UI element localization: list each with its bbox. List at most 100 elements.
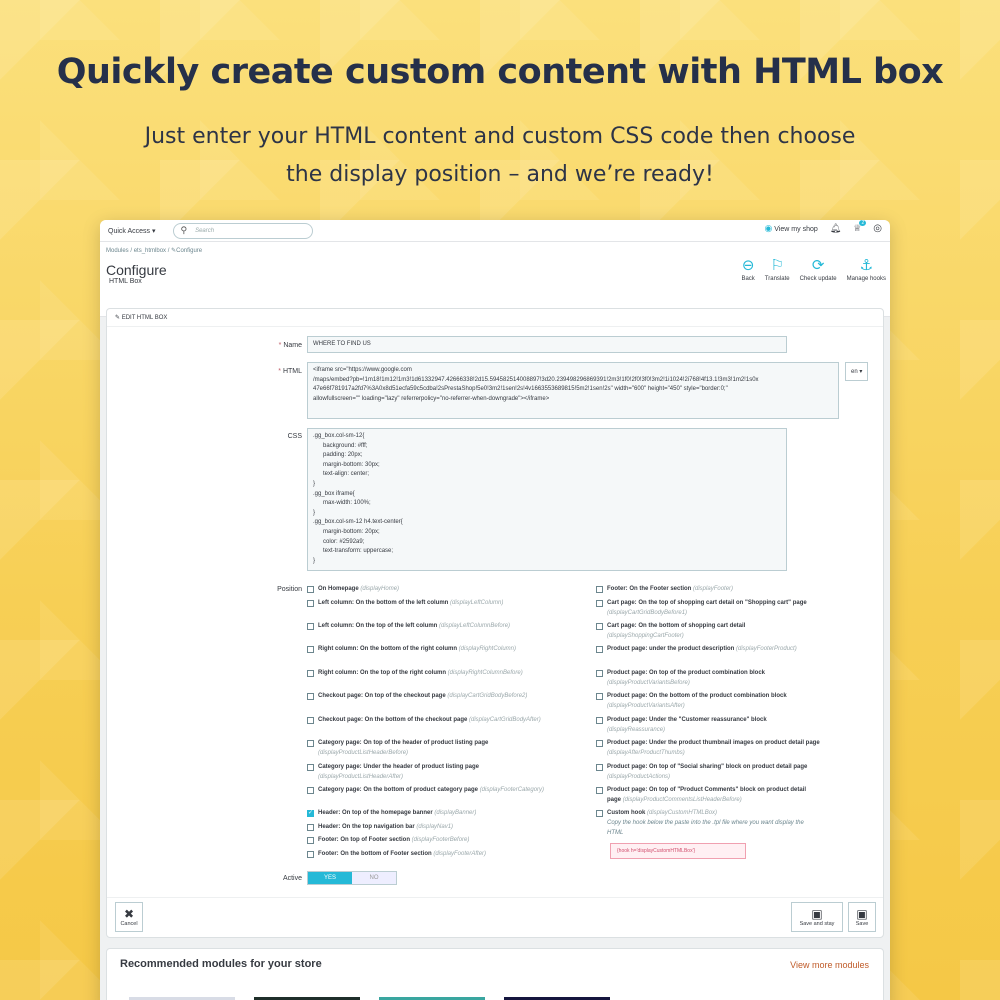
- translate-button[interactable]: ⚐ Translate: [765, 256, 790, 282]
- breadcrumb-configure[interactable]: Configure: [176, 248, 202, 254]
- position-checkbox[interactable]: [596, 586, 603, 593]
- position-option[interactable]: Right column: On the bottom of the right…: [307, 645, 547, 655]
- position-option[interactable]: Footer: On the bottom of Footer section …: [307, 850, 547, 860]
- view-shop-link[interactable]: ◉ View my shop: [764, 223, 817, 234]
- position-label: Product page: On the bottom of the produ…: [607, 692, 821, 711]
- position-checkbox[interactable]: [307, 670, 314, 677]
- position-hook: (displayFooterProduct): [736, 646, 797, 652]
- position-option[interactable]: Header: On top of the homepage banner (d…: [307, 809, 547, 819]
- position-checkbox[interactable]: [596, 693, 603, 700]
- cancel-button[interactable]: ✖ Cancel: [115, 902, 143, 932]
- position-checkbox[interactable]: [307, 646, 314, 653]
- position-option[interactable]: Product page: under the product descript…: [596, 645, 821, 655]
- position-option[interactable]: Left column: On the top of the left colu…: [307, 622, 547, 632]
- search-input[interactable]: ⚲ Search: [173, 222, 314, 239]
- trophy-icon[interactable]: ♕ 2: [853, 220, 867, 234]
- css-label: CSS: [287, 433, 302, 440]
- view-more-modules-link[interactable]: View more modules: [790, 960, 869, 970]
- breadcrumb-modules[interactable]: Modules: [106, 248, 129, 254]
- position-hook: (displayNav1): [416, 824, 454, 830]
- position-hook: (displayAfterProductThumbs): [607, 749, 685, 756]
- position-label: Cart page: On the top of shopping cart d…: [607, 599, 821, 618]
- position-option[interactable]: Product page: On top of "Product Comment…: [596, 786, 821, 805]
- position-checkbox[interactable]: [596, 764, 603, 771]
- position-label: Product page: Under the product thumbnai…: [607, 739, 821, 758]
- notification-count: 2: [859, 220, 867, 226]
- position-checkbox[interactable]: [596, 646, 603, 653]
- position-label: Header: On top of the homepage banner (d…: [318, 809, 547, 819]
- position-option[interactable]: Product page: Under the product thumbnai…: [596, 739, 821, 758]
- position-title: Header: On the top navigation bar: [318, 824, 415, 830]
- position-checkbox[interactable]: [307, 851, 314, 858]
- position-option[interactable]: Product page: Under the "Customer reassu…: [596, 716, 821, 735]
- position-checkbox[interactable]: [596, 740, 603, 747]
- active-yes[interactable]: YES: [308, 872, 352, 884]
- position-checkbox[interactable]: [596, 717, 603, 724]
- position-option[interactable]: Category page: On top of the header of p…: [307, 739, 547, 758]
- position-checkbox[interactable]: [596, 623, 603, 630]
- breadcrumb: Modules / ets_htmlbox / ✎Configure: [106, 248, 203, 254]
- position-title: On Homepage: [318, 586, 359, 592]
- user-icon[interactable]: ◎: [873, 223, 882, 234]
- position-option[interactable]: Cart page: On the bottom of shopping car…: [596, 622, 821, 641]
- position-hook: (displayCartGridBodyBefore1): [607, 609, 688, 616]
- promo-headline: Quickly create custom content with HTML …: [56, 52, 944, 92]
- save-button[interactable]: ▣ Save: [848, 902, 876, 932]
- admin-window: Quick Access ▾ ⚲ Search ◉ View my shop 🔔…: [100, 220, 890, 1000]
- panel-heading: ✎ EDIT HTML BOX: [107, 309, 883, 327]
- language-select[interactable]: en ▾: [845, 362, 869, 381]
- position-option[interactable]: Checkout page: On top of the checkout pa…: [307, 692, 547, 702]
- position-label: Product page: On top of the product comb…: [607, 669, 821, 688]
- back-button[interactable]: ⊖ Back: [741, 256, 754, 282]
- custom-hook-code[interactable]: {hook h='displayCustomHTMLBox'}: [610, 843, 746, 859]
- position-option[interactable]: Category page: On the bottom of product …: [307, 786, 547, 796]
- position-label: Cart page: On the bottom of shopping car…: [607, 622, 821, 641]
- position-checkbox[interactable]: [307, 693, 314, 700]
- active-no[interactable]: NO: [352, 872, 396, 884]
- position-checkbox[interactable]: [307, 837, 314, 844]
- position-label: Category page: Under the header of produ…: [318, 763, 547, 782]
- position-checkbox[interactable]: [596, 810, 603, 817]
- position-checkbox[interactable]: [307, 787, 314, 794]
- position-option[interactable]: Right column: On the top of the right co…: [307, 669, 547, 679]
- position-label: Footer: On top of Footer section (displa…: [318, 836, 547, 846]
- position-checkbox[interactable]: [307, 623, 314, 630]
- position-option[interactable]: Checkout page: On the bottom of the chec…: [307, 716, 547, 726]
- page-header: Modules / ets_htmlbox / ✎Configure Confi…: [100, 242, 890, 317]
- position-option[interactable]: Custom hook (displayCustomHTMLBox): [596, 809, 821, 819]
- position-option[interactable]: On Homepage (displayHome): [307, 585, 547, 595]
- check-update-button[interactable]: ⟳ Check update: [800, 256, 837, 282]
- manage-hooks-button[interactable]: ⚓ Manage hooks: [847, 256, 886, 282]
- position-checkbox[interactable]: [307, 717, 314, 724]
- active-toggle[interactable]: YES NO: [307, 871, 397, 885]
- position-checkbox[interactable]: [307, 586, 314, 593]
- breadcrumb-module[interactable]: ets_htmlbox: [134, 248, 166, 254]
- position-checkbox[interactable]: [596, 600, 603, 607]
- position-checkbox[interactable]: [596, 670, 603, 677]
- position-option[interactable]: Footer: On the Footer section (displayFo…: [596, 585, 821, 595]
- position-option[interactable]: Product page: On the bottom of the produ…: [596, 692, 821, 711]
- position-option[interactable]: Left column: On the bottom of the left c…: [307, 599, 547, 609]
- edit-panel: ✎ EDIT HTML BOX * Name WHERE TO FIND US …: [106, 308, 884, 938]
- html-textarea[interactable]: <iframe src="https://www.google.com /map…: [307, 362, 839, 419]
- position-checkbox[interactable]: [307, 824, 314, 831]
- promo-subline-line-1: Just enter your HTML content and custom …: [144, 124, 856, 149]
- save-and-stay-button[interactable]: ▣ Save and stay: [791, 902, 843, 932]
- position-checkbox[interactable]: [307, 809, 314, 819]
- name-input[interactable]: WHERE TO FIND US: [307, 336, 787, 353]
- position-checkbox[interactable]: [596, 787, 603, 794]
- position-title: Footer: On the Footer section: [607, 586, 692, 592]
- css-textarea[interactable]: .gg_box.col-sm-12{ background: #fff; pad…: [307, 428, 787, 571]
- position-option[interactable]: Product page: On top of the product comb…: [596, 669, 821, 688]
- position-option[interactable]: Header: On the top navigation bar (displ…: [307, 823, 547, 833]
- position-checkbox[interactable]: [307, 740, 314, 747]
- quick-access-menu[interactable]: Quick Access ▾: [108, 227, 155, 235]
- position-option[interactable]: Product page: On top of "Social sharing"…: [596, 763, 821, 782]
- position-option[interactable]: Category page: Under the header of produ…: [307, 763, 547, 782]
- position-option[interactable]: Cart page: On the top of shopping cart d…: [596, 599, 821, 618]
- position-checkbox[interactable]: [307, 764, 314, 771]
- position-option[interactable]: Footer: On top of Footer section (displa…: [307, 836, 547, 846]
- bell-icon[interactable]: 🔔︎: [830, 223, 841, 234]
- position-checkbox[interactable]: [307, 600, 314, 607]
- flag-icon: ⚐: [770, 257, 784, 274]
